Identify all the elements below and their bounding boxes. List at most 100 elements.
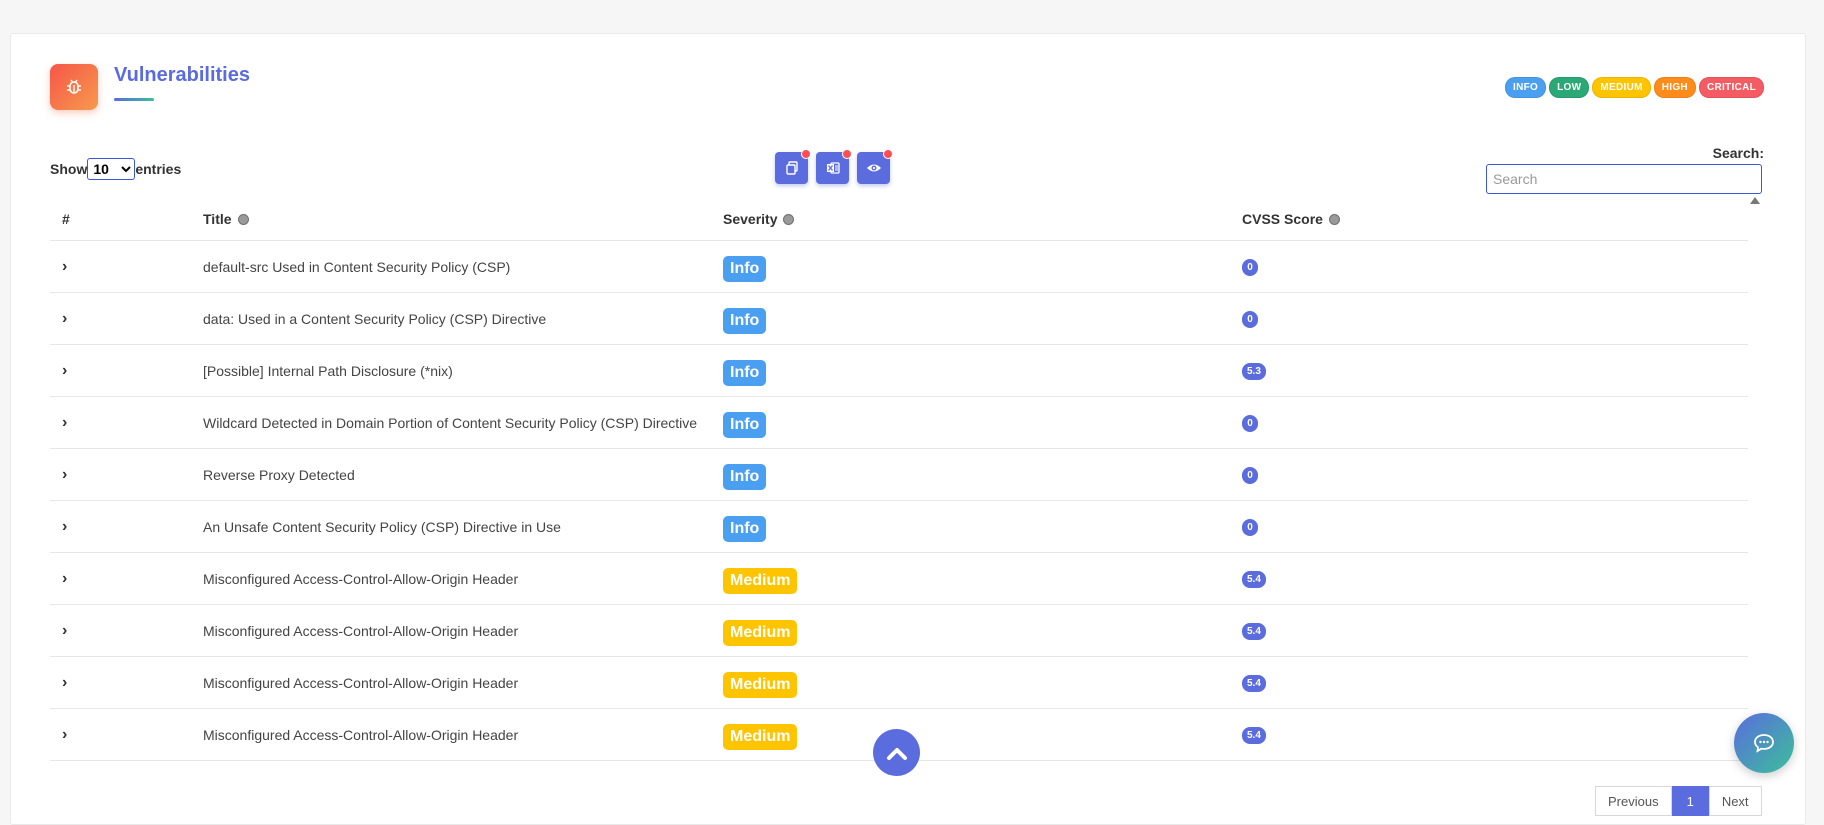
cvss-score-badge: 0 [1242,415,1258,432]
excel-icon [826,162,840,174]
expand-cell[interactable]: › [50,396,203,449]
severity-badge: Medium [723,723,798,750]
severity-badge: Medium [723,671,798,698]
expand-cell[interactable]: › [50,292,203,345]
cvss-score-badge: 0 [1242,519,1258,536]
table-row[interactable]: › Misconfigured Access-Control-Allow-Orig… [50,656,1748,709]
copy-icon [785,161,798,175]
title-underline [114,98,154,101]
severity-cell: Info [723,240,1242,293]
chevron-up-icon [886,747,907,760]
table-row[interactable]: › An Unsafe Content Security Policy (CSP)… [50,500,1748,553]
severity-cell: Info [723,292,1242,345]
cvss-score-badge: 0 [1242,259,1258,276]
expand-cell[interactable]: › [50,500,203,553]
table-row[interactable]: › Reverse Proxy Detected Info 0 [50,448,1748,501]
chevron-right-icon[interactable]: › [50,518,67,536]
severity-badge: Info [723,515,767,542]
info-icon[interactable] [237,214,249,225]
cvss-cell: 5.4 [1242,708,1748,761]
column-header-index[interactable]: # [50,198,203,241]
expand-cell[interactable]: › [50,656,203,709]
eye-icon [866,164,881,172]
column-header-cvss[interactable]: CVSS Score [1242,198,1748,241]
pagination: Previous 1 Next [1595,786,1762,816]
bug-icon [50,64,98,110]
severity-badge: Info [723,359,767,386]
info-icon[interactable] [1328,214,1340,225]
vulnerability-title: data: Used in a Content Security Policy … [203,292,723,345]
severity-badge: Medium [723,619,798,646]
show-label: Show [50,161,88,177]
expand-cell[interactable]: › [50,448,203,501]
cvss-cell: 0 [1242,396,1748,449]
table-row[interactable]: › Misconfigured Access-Control-Allow-Orig… [50,604,1748,657]
severity-cell: Info [723,500,1242,553]
cvss-cell: 0 [1242,240,1748,293]
show-entries: Show 10 entries [50,158,181,180]
vulnerability-title: Misconfigured Access-Control-Allow-Origi… [203,552,723,605]
legend-pill-info: INFO [1505,77,1547,98]
vulnerability-title: Misconfigured Access-Control-Allow-Origi… [203,604,723,657]
severity-cell: Info [723,448,1242,501]
vulnerability-title: default-src Used in Content Security Pol… [203,240,723,293]
table-row[interactable]: › data: Used in a Content Security Policy… [50,292,1748,345]
vulnerability-title: Reverse Proxy Detected [203,448,723,501]
cvss-score-badge: 5.4 [1242,571,1266,588]
page-1-button[interactable]: 1 [1671,786,1709,816]
table-row[interactable]: › Misconfigured Access-Control-Allow-Orig… [50,552,1748,605]
expand-cell[interactable]: › [50,552,203,605]
next-page-button[interactable]: Next [1708,786,1762,816]
cvss-cell: 5.4 [1242,552,1748,605]
severity-legend: INFO LOW MEDIUM HIGH CRITICAL [1505,77,1764,98]
vulnerability-title: Misconfigured Access-Control-Allow-Origi… [203,708,723,761]
table-row[interactable]: › [Possible] Internal Path Disclosure (*n… [50,344,1748,397]
page-title: Vulnerabilities [114,64,250,86]
previous-page-button[interactable]: Previous [1595,786,1672,816]
column-visibility-button[interactable] [857,149,893,184]
vulnerability-title: An Unsafe Content Security Policy (CSP) … [203,500,723,553]
chat-button[interactable] [1734,713,1794,773]
copy-button[interactable] [775,149,811,184]
chevron-right-icon[interactable]: › [50,622,67,640]
notification-dot [883,149,893,159]
column-header-severity[interactable]: Severity [723,198,1242,241]
chevron-right-icon[interactable]: › [50,310,67,328]
info-icon[interactable] [783,214,795,225]
expand-cell[interactable]: › [50,604,203,657]
expand-cell[interactable]: › [50,344,203,397]
legend-pill-critical: CRITICAL [1698,77,1764,98]
severity-badge: Medium [723,567,798,594]
entries-select[interactable]: 10 [87,158,136,180]
scroll-to-top-button[interactable] [873,729,920,776]
table-row[interactable]: › Wildcard Detected in Domain Portion of … [50,396,1748,449]
cvss-score-badge: 5.4 [1242,675,1266,692]
chat-icon [1754,734,1774,753]
search-label: Search: [1712,145,1764,161]
excel-export-button[interactable] [816,149,852,184]
chevron-right-icon[interactable]: › [50,726,67,744]
expand-cell[interactable]: › [50,708,203,761]
chevron-right-icon[interactable]: › [50,258,67,276]
severity-cell: Medium [723,552,1242,605]
severity-cell: Info [723,344,1242,397]
scroll-up-arrow[interactable] [1750,197,1760,204]
chevron-right-icon[interactable]: › [50,674,67,692]
chevron-right-icon[interactable]: › [50,466,67,484]
vulnerability-title: Wildcard Detected in Domain Portion of C… [203,396,723,449]
chevron-right-icon[interactable]: › [50,362,67,380]
search-input[interactable] [1486,164,1762,194]
expand-cell[interactable]: › [50,240,203,293]
table-row[interactable]: › default-src Used in Content Security Po… [50,240,1748,293]
column-header-title[interactable]: Title [203,198,723,241]
chevron-right-icon[interactable]: › [50,570,67,588]
cvss-score-badge: 5.3 [1242,363,1266,380]
severity-cell: Medium [723,604,1242,657]
cvss-score-badge: 0 [1242,467,1258,484]
notification-dot [801,149,811,159]
cvss-cell: 5.3 [1242,344,1748,397]
chevron-right-icon[interactable]: › [50,414,67,432]
severity-badge: Info [723,255,767,282]
vulnerability-title: Misconfigured Access-Control-Allow-Origi… [203,656,723,709]
severity-cell: Info [723,396,1242,449]
